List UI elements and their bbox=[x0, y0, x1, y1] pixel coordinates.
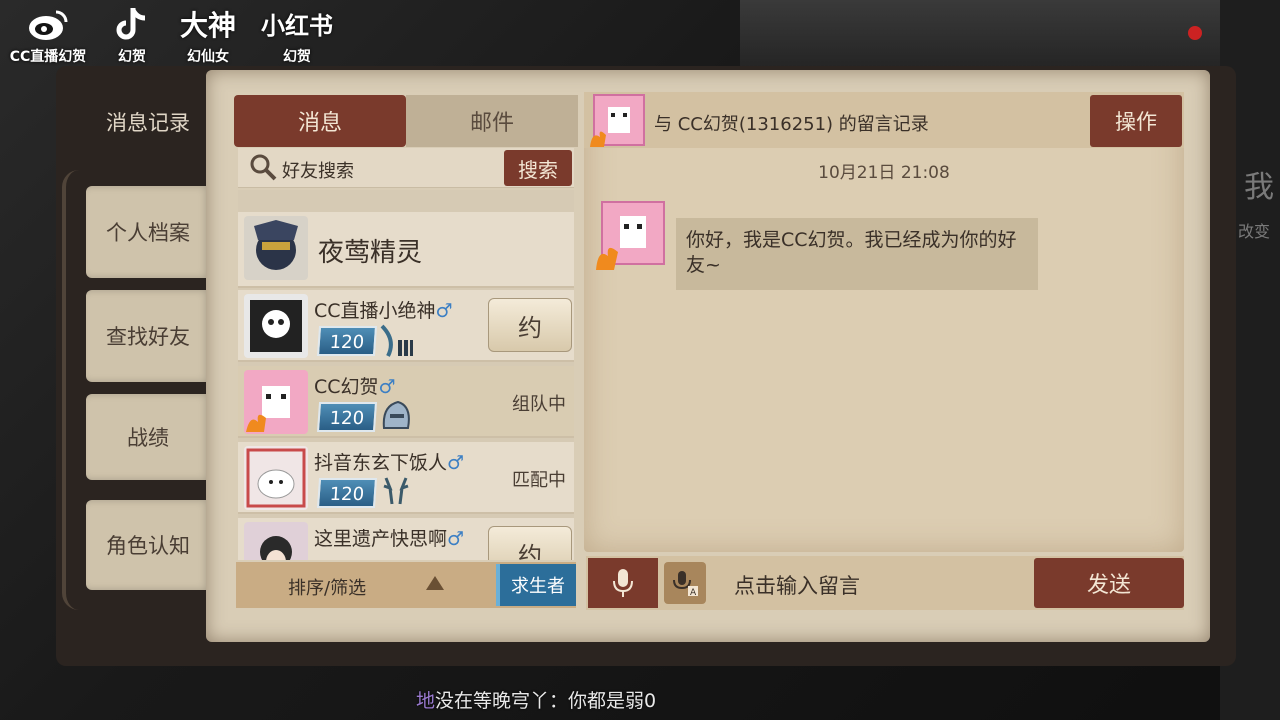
triangle-up-icon bbox=[426, 576, 444, 590]
male-icon: ♂ bbox=[435, 300, 453, 322]
male-icon: ♂ bbox=[378, 376, 396, 398]
operation-button[interactable]: 操作 bbox=[1090, 95, 1182, 147]
friend-name: CC直播小绝神♂ bbox=[314, 300, 453, 322]
helmet-emblem-icon bbox=[378, 398, 414, 436]
tab-mail[interactable]: 邮件 bbox=[406, 95, 578, 147]
invite-button[interactable]: 约 bbox=[488, 526, 572, 560]
douyin-caption: 幻贺 bbox=[118, 49, 146, 65]
voice-to-text-button[interactable]: A bbox=[664, 562, 706, 604]
background-shelf bbox=[740, 0, 1260, 70]
friend-list-item[interactable]: 抖音东玄下饭人♂ 120 匹配中 bbox=[238, 442, 574, 514]
friend-status: 组队中 bbox=[512, 394, 566, 415]
douyin-logo: 幻贺 bbox=[108, 6, 156, 66]
tab-find-friends[interactable]: 查找好友 bbox=[86, 290, 210, 382]
antler-emblem-icon bbox=[378, 474, 414, 512]
microphone-icon bbox=[613, 569, 633, 597]
tab-messages[interactable]: 消息 bbox=[234, 95, 406, 147]
friend-avatar bbox=[244, 294, 308, 358]
friend-name: CC幻贺♂ bbox=[314, 376, 396, 398]
friend-list-item[interactable]: 这里遗产快思啊♂ 约 bbox=[238, 518, 574, 560]
rank-emblem-icon bbox=[378, 322, 414, 360]
game-screen: 我 改变 CC直播幻贺 幻贺 大神 幻仙女 小红书 幻贺 消息记录 个人档案 查… bbox=[0, 0, 1280, 720]
message-sender-avatar bbox=[596, 198, 668, 270]
male-icon: ♂ bbox=[447, 528, 465, 550]
send-button[interactable]: 发送 bbox=[1034, 558, 1184, 608]
friend-list-item[interactable]: 夜莺精灵 bbox=[238, 212, 574, 288]
weibo-caption: CC直播幻贺 bbox=[9, 49, 87, 65]
friend-list-item[interactable]: CC直播小绝神♂ 120 约 bbox=[238, 290, 574, 362]
svg-text:A: A bbox=[690, 588, 697, 598]
friend-name: 夜莺精灵 bbox=[318, 238, 423, 268]
danmaku-comment: 地没在等晚宆丫：你都是弱0 bbox=[416, 690, 657, 712]
dashen-caption: 幻仙女 bbox=[187, 49, 229, 65]
friend-name: 这里遗产快思啊♂ bbox=[314, 528, 465, 550]
tab-profile[interactable]: 个人档案 bbox=[86, 186, 210, 278]
chat-partner-avatar bbox=[590, 93, 646, 147]
friend-name: 抖音东玄下饭人♂ bbox=[314, 452, 465, 474]
tab-records[interactable]: 战绩 bbox=[86, 394, 210, 480]
invite-button[interactable]: 约 bbox=[488, 298, 572, 352]
friend-avatar bbox=[244, 522, 308, 560]
xiaohongshu-logo: 小红书 幻贺 bbox=[258, 6, 336, 66]
message-timestamp: 10月21日 21:08 bbox=[818, 163, 950, 183]
dashen-logo: 大神 幻仙女 bbox=[172, 6, 244, 66]
friend-avatar bbox=[244, 216, 308, 280]
friend-list-item[interactable]: CC幻贺♂ 120 组队中 bbox=[238, 366, 574, 438]
friend-list[interactable]: 夜莺精灵 CC直播小绝神♂ 120 约 CC幻贺♂ 120 组队中 抖音东玄下饭… bbox=[238, 190, 574, 560]
weibo-icon bbox=[2, 6, 94, 46]
friend-avatar bbox=[244, 446, 308, 510]
friend-status: 匹配中 bbox=[512, 470, 566, 491]
weibo-logo: CC直播幻贺 bbox=[2, 6, 94, 66]
level-badge: 120 bbox=[316, 478, 378, 508]
message-bubble: 你好，我是CC幻贺。我已经成为你的好友~ bbox=[676, 218, 1038, 290]
tab-message-records[interactable]: 消息记录 bbox=[86, 92, 210, 152]
background-text: 改变 bbox=[1237, 222, 1270, 241]
xiaohongshu-glyph: 小红书 bbox=[261, 12, 333, 40]
message-input[interactable]: 点击输入留言 bbox=[734, 570, 860, 600]
male-icon: ♂ bbox=[447, 452, 465, 474]
douyin-icon bbox=[108, 6, 156, 46]
level-badge: 120 bbox=[316, 326, 378, 356]
chat-title: 与 CC幻贺(1316251) 的留言记录 bbox=[654, 114, 929, 135]
xiaohongshu-caption: 幻贺 bbox=[283, 49, 311, 65]
notification-dot bbox=[1188, 26, 1202, 40]
voice-text-icon: A bbox=[673, 571, 698, 598]
friend-avatar bbox=[244, 370, 308, 434]
sort-filter-label: 排序/筛选 bbox=[288, 578, 367, 599]
microphone-button[interactable] bbox=[588, 558, 658, 608]
tab-character-cognition[interactable]: 角色认知 bbox=[86, 500, 210, 590]
level-badge: 120 bbox=[316, 402, 378, 432]
faction-survivor-button[interactable]: 求生者 bbox=[496, 564, 576, 606]
dashen-glyph: 大神 bbox=[179, 9, 236, 42]
